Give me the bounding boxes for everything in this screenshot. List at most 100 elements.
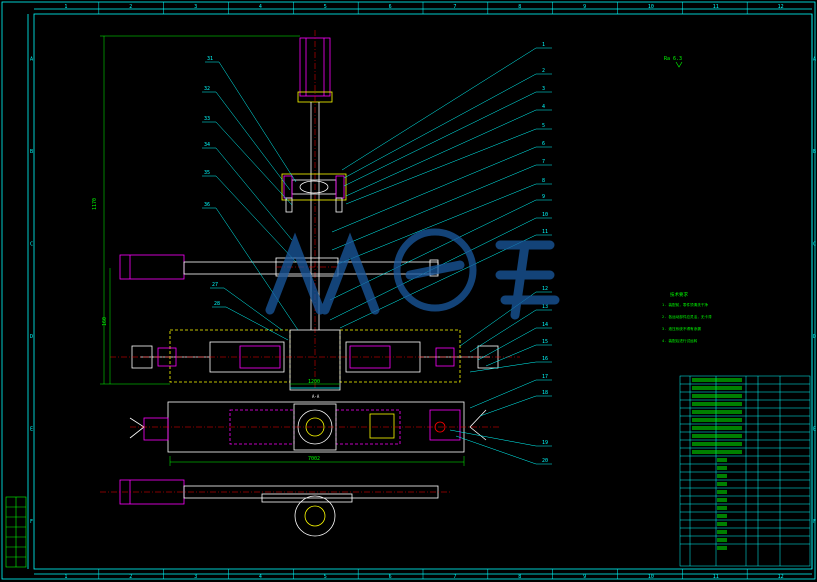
parts-entry-mark <box>717 538 727 542</box>
row-label-left: C <box>30 241 33 247</box>
row-label-left: E <box>30 426 33 432</box>
section-label: A-A <box>312 394 320 399</box>
callout-label: 1 <box>542 42 545 48</box>
callout-label: 7 <box>542 159 545 165</box>
row-label-left: D <box>30 334 33 340</box>
title-block-parts-list <box>679 375 811 567</box>
tech-req-line: 1. 装配前，零件须清洗干净 <box>662 302 708 307</box>
column-label-top: 12 <box>778 4 784 10</box>
parts-entry-mark <box>717 466 727 470</box>
callout-label: 19 <box>542 440 548 446</box>
parts-entry-mark <box>692 442 742 446</box>
roughness-symbol-icon <box>675 61 683 68</box>
parts-entry-mark <box>692 418 742 422</box>
tech-requirements-title: 技术要求 <box>670 291 688 298</box>
leader-line <box>469 379 537 409</box>
row-label-right: A <box>813 56 816 62</box>
row-label-right: B <box>813 149 816 155</box>
leader-line <box>215 121 293 206</box>
leader-line <box>345 109 537 197</box>
column-label-bottom: 6 <box>389 574 392 580</box>
parts-entry-mark <box>717 482 727 486</box>
roughness-note: Ra 6.3 <box>664 56 682 62</box>
column-label-top: 7 <box>453 4 456 10</box>
tech-req-line: 4. 装配后进行试运转 <box>662 338 698 343</box>
parts-entry-mark <box>692 394 742 398</box>
column-label-top: 1 <box>64 4 67 10</box>
callout-label: 18 <box>542 390 548 396</box>
leader-line <box>215 91 291 191</box>
column-label-top: 2 <box>129 4 132 10</box>
top-vertical-cylinder <box>297 30 333 390</box>
dim-center-width: 1200 <box>308 379 320 385</box>
callout-label: 33 <box>204 116 210 122</box>
dim-total-height: 1170 <box>92 198 98 210</box>
row-label-left: B <box>30 149 33 155</box>
column-label-bottom: 1 <box>64 574 67 580</box>
parts-entry-mark <box>717 506 727 510</box>
callout-label: 28 <box>214 301 220 307</box>
parts-entry-mark <box>692 450 742 454</box>
callout-label: 27 <box>212 282 218 288</box>
column-label-top: 3 <box>194 4 197 10</box>
column-label-bottom: 3 <box>194 574 197 580</box>
callout-label: 8 <box>542 178 545 184</box>
column-label-top: 9 <box>583 4 586 10</box>
column-label-bottom: 2 <box>129 574 132 580</box>
parts-entry-mark <box>717 490 727 494</box>
column-label-bottom: 11 <box>713 574 719 580</box>
callout-label: 6 <box>542 141 545 147</box>
watermark-logo <box>265 228 560 320</box>
callout-label: 20 <box>542 458 548 464</box>
callout-label: 4 <box>542 104 545 110</box>
callout-label: 32 <box>204 86 210 92</box>
parts-entry-mark <box>717 474 727 478</box>
leader-line <box>469 361 537 373</box>
row-label-right: F <box>813 519 816 525</box>
dim-lower-height: 160 <box>102 317 108 326</box>
column-label-top: 5 <box>324 4 327 10</box>
column-label-bottom: 5 <box>324 574 327 580</box>
parts-entry-mark <box>717 522 727 526</box>
leader-line <box>343 91 537 187</box>
callout-label: 15 <box>542 339 548 345</box>
column-label-bottom: 7 <box>453 574 456 580</box>
leader-line <box>345 128 537 205</box>
leader-line <box>341 47 537 171</box>
left-margin-block <box>5 496 27 568</box>
column-label-bottom: 9 <box>583 574 586 580</box>
callout-label: 5 <box>542 123 545 129</box>
dim-overall-width: 7002 <box>308 456 320 462</box>
callout-label: 31 <box>207 56 213 62</box>
parts-entry-mark <box>717 546 727 550</box>
column-label-bottom: 10 <box>648 574 654 580</box>
tech-requirements: 技术要求 1. 装配前，零件须清洗干净 2. 各运动部件应灵活，无卡滞 3. 液… <box>662 291 712 343</box>
row-label-left: A <box>30 56 33 62</box>
parts-entry-mark <box>717 514 727 518</box>
parts-entry-mark <box>692 402 742 406</box>
callout-label: 17 <box>542 374 548 380</box>
plan-view <box>129 401 500 453</box>
parts-entry-mark <box>717 498 727 502</box>
leader-line <box>479 395 537 417</box>
parts-entry-mark <box>717 458 727 462</box>
leader-line <box>449 429 537 447</box>
column-label-top: 8 <box>518 4 521 10</box>
callout-label: 35 <box>204 170 210 176</box>
parts-entry-mark <box>692 378 742 382</box>
leader-line <box>485 344 537 367</box>
callout-label: 16 <box>542 356 548 362</box>
callout-label: 2 <box>542 68 545 74</box>
parts-entry-mark <box>717 530 727 534</box>
row-label-right: E <box>813 426 816 432</box>
parts-entry-mark <box>692 386 742 390</box>
column-label-top: 11 <box>713 4 719 10</box>
leader-line <box>455 435 537 465</box>
column-label-bottom: 4 <box>259 574 262 580</box>
callout-label: 34 <box>204 142 210 148</box>
leader-line <box>343 73 537 179</box>
bottom-side-view <box>100 479 450 537</box>
upper-clamp-block <box>281 173 347 213</box>
column-label-top: 10 <box>648 4 654 10</box>
tech-req-line: 2. 各运动部件应灵活，无卡滞 <box>662 314 712 319</box>
